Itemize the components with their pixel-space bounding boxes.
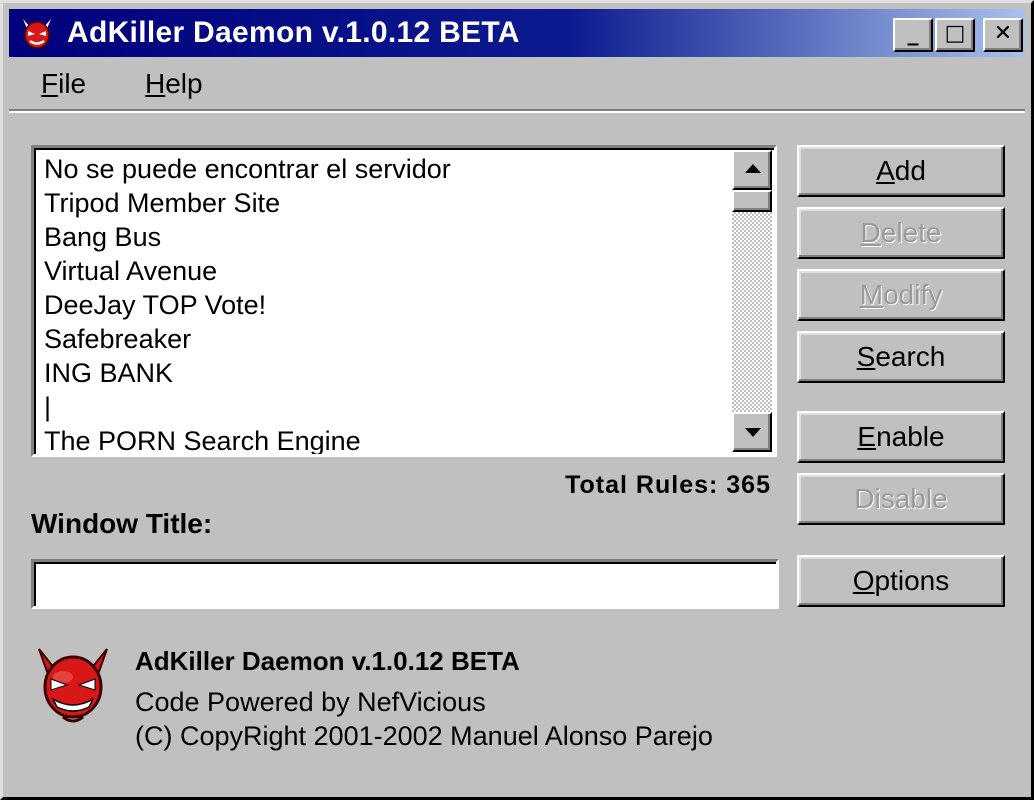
scroll-thumb[interactable] xyxy=(732,190,772,212)
arrow-down-icon xyxy=(745,428,761,437)
scroll-up-button[interactable] xyxy=(732,150,772,190)
list-scrollbar[interactable] xyxy=(732,150,772,452)
add-button[interactable]: Add xyxy=(797,145,1005,197)
rules-listbox[interactable]: No se puede encontrar el servidor Tripod… xyxy=(31,145,777,457)
maximize-icon: □ xyxy=(944,21,966,46)
list-item[interactable]: Safebreaker xyxy=(44,322,734,356)
scroll-down-button[interactable] xyxy=(732,412,772,452)
list-item[interactable]: Tripod Member Site xyxy=(44,186,734,220)
options-button[interactable]: Options xyxy=(797,555,1005,607)
red-devil-icon xyxy=(23,19,51,49)
about-title: AdKiller Daemon v.1.0.12 BETA xyxy=(135,646,520,676)
list-item[interactable]: No se puede encontrar el servidor xyxy=(44,152,734,186)
window-title: AdKiller Daemon v.1.0.12 BETA xyxy=(67,16,520,49)
disable-button[interactable]: Disable xyxy=(797,473,1005,525)
enable-button[interactable]: Enable xyxy=(797,411,1005,463)
search-button[interactable]: Search xyxy=(797,331,1005,383)
list-item[interactable]: Bang Bus xyxy=(44,220,734,254)
modify-button[interactable]: Modify xyxy=(797,269,1005,321)
title-bar[interactable]: AdKiller Daemon v.1.0.12 BETA _ □ ✕ xyxy=(9,9,1025,57)
list-item[interactable]: ING BANK xyxy=(44,356,734,390)
minimize-icon: _ xyxy=(907,21,919,46)
list-item[interactable]: The PORN Search Engine xyxy=(44,424,734,454)
arrow-up-icon xyxy=(745,164,761,173)
about-copyright: (C) CopyRight 2001-2002 Manuel Alonso Pa… xyxy=(135,721,713,751)
list-item[interactable]: DeeJay TOP Vote! xyxy=(44,288,734,322)
maximize-button[interactable]: □ xyxy=(935,18,975,52)
window-title-label: Window Title: xyxy=(31,508,213,539)
list-item[interactable]: Virtual Avenue xyxy=(44,254,734,288)
menu-bar: File Help xyxy=(9,61,1025,107)
rules-list: No se puede encontrar el servidor Tripod… xyxy=(44,152,734,454)
total-rules-count: Total Rules: 365 xyxy=(565,471,771,499)
about-powered-by: Code Powered by NefVicious xyxy=(135,687,486,717)
red-devil-logo xyxy=(38,648,108,723)
app-window: AdKiller Daemon v.1.0.12 BETA _ □ ✕ File… xyxy=(0,0,1034,800)
close-button[interactable]: ✕ xyxy=(983,18,1023,52)
menu-help[interactable]: Help xyxy=(145,67,203,101)
delete-button[interactable]: Delete xyxy=(797,207,1005,259)
close-icon: ✕ xyxy=(993,21,1013,46)
window-title-input[interactable] xyxy=(31,559,779,609)
menu-file[interactable]: File xyxy=(41,67,86,101)
list-item[interactable]: | xyxy=(44,390,734,424)
minimize-button[interactable]: _ xyxy=(893,18,933,52)
menu-divider xyxy=(9,109,1025,113)
